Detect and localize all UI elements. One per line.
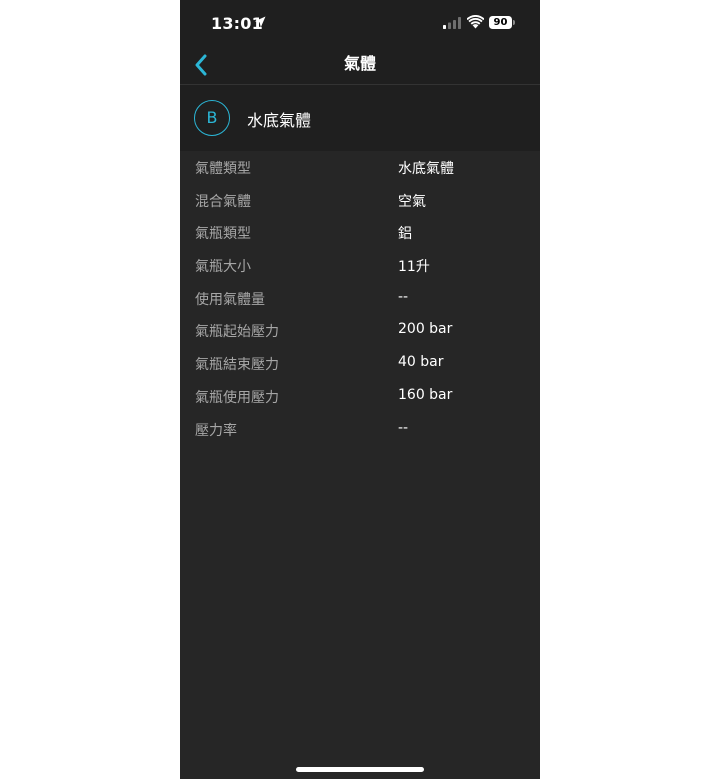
detail-row-used-pressure: 氣瓶使用壓力 160 bar [180,380,540,413]
page-title: 氣體 [343,54,376,73]
battery-level: 90 [489,16,512,29]
chevron-left-icon [195,54,207,76]
detail-value: 空氣 [398,193,426,210]
gas-header: B 水底氣體 [180,85,540,151]
detail-row-gas-used: 使用氣體量 -- [180,282,540,315]
detail-label: 使用氣體量 [195,291,265,308]
wifi-icon [467,15,484,29]
detail-row-tank-type: 氣瓶類型 鋁 [180,216,540,249]
detail-label: 混合氣體 [195,193,251,210]
home-indicator[interactable] [296,767,424,772]
battery-indicator: 90 [489,16,515,29]
phone-screen: 13:01 90 氣體 B 水底氣體 氣體類型 水底氣體 混合氣體 空氣 氣瓶類… [180,0,540,779]
detail-value: 水底氣體 [398,161,454,177]
battery-tip [513,20,515,25]
detail-label: 氣體類型 [195,161,251,177]
detail-row-pressure-rate: 壓力率 -- [180,413,540,446]
detail-value: 40 bar [398,354,444,371]
nav-bar: 氣體 [180,46,540,85]
detail-value: 200 bar [398,321,453,338]
gas-details-list: 氣體類型 水底氣體 混合氣體 空氣 氣瓶類型 鋁 氣瓶大小 11升 使用氣體量 … [180,151,540,445]
detail-row-gas-mix: 混合氣體 空氣 [180,184,540,217]
detail-row-end-pressure: 氣瓶結束壓力 40 bar [180,347,540,380]
detail-label: 壓力率 [195,422,237,439]
cellular-signal-icon [443,17,461,29]
detail-value: 11升 [398,259,430,276]
status-bar: 13:01 90 [180,0,540,46]
detail-row-start-pressure: 氣瓶起始壓力 200 bar [180,314,540,347]
detail-label: 氣瓶大小 [195,259,251,276]
detail-value: 160 bar [398,386,453,403]
detail-value: -- [398,288,409,305]
gas-badge: B [194,100,230,136]
detail-value: 鋁 [398,226,412,243]
detail-label: 氣瓶使用壓力 [195,389,279,406]
detail-label: 氣瓶類型 [195,226,251,243]
location-arrow-icon [254,16,266,28]
detail-value: -- [398,419,409,436]
back-button[interactable] [190,50,220,80]
gas-name: 水底氣體 [247,111,312,130]
detail-row-tank-size: 氣瓶大小 11升 [180,249,540,282]
detail-label: 氣瓶起始壓力 [195,324,279,341]
detail-row-gas-type: 氣體類型 水底氣體 [180,151,540,184]
detail-label: 氣瓶結束壓力 [195,357,279,374]
